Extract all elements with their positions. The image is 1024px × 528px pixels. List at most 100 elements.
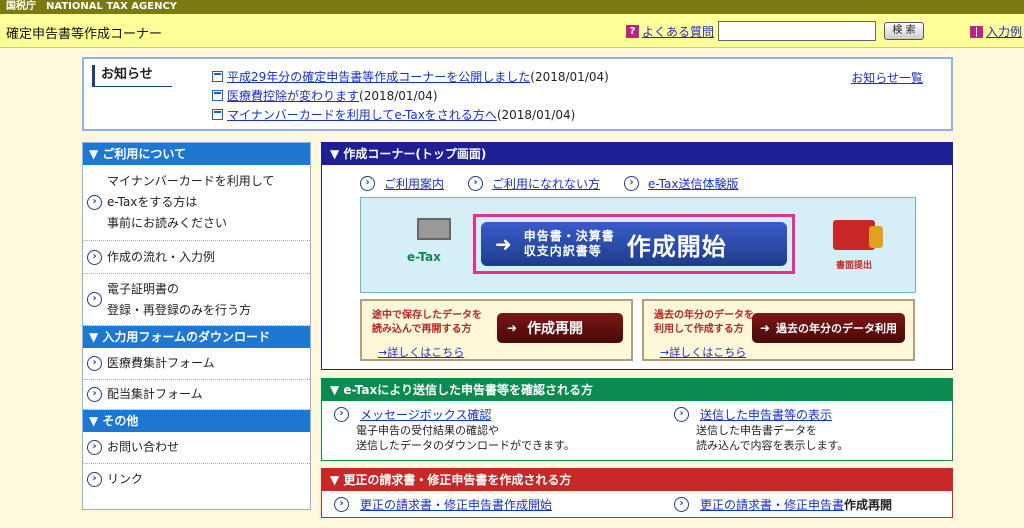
etax-logo: e-Tax bbox=[397, 218, 457, 264]
past-note: 過去の年分のデータを 利用して作成する方 bbox=[654, 309, 754, 337]
start-sub-label: 申告書・決算書 bbox=[523, 229, 615, 243]
start-main-label: 作成開始 bbox=[626, 232, 727, 261]
message-box-desc: 送信したデータのダウンロードができます。 bbox=[356, 439, 575, 452]
etax-confirm-panel: ▼ e-Taxにより送信した申告書等を確認される方 › メッセージボックス確認 … bbox=[321, 378, 953, 461]
amendment-resume-link[interactable]: 更正の請求書・修正申告書 bbox=[700, 496, 844, 513]
document-icon bbox=[212, 90, 223, 101]
agency-banner: 国税庁 NATIONAL TAX AGENCY bbox=[0, 0, 1024, 14]
chevron-right-icon: › bbox=[674, 497, 689, 512]
sidebar-item-contact[interactable]: › お問い合わせ bbox=[83, 432, 310, 464]
create-links: › ご利用案内 › ご利用になれない方 › e-Tax送信体験版 bbox=[360, 175, 738, 192]
past-note-line: 利用して作成する方 bbox=[654, 324, 744, 335]
start-create-button[interactable]: ➜ 申告書・決算書 収支内訳書等 作成開始 bbox=[481, 222, 787, 266]
paper-submit-mark: 書面提出 bbox=[833, 220, 883, 271]
notice-link[interactable]: マイナンバーカードを利用してe-Taxをされる方へ bbox=[227, 106, 497, 123]
past-note-line: 過去の年分のデータを bbox=[654, 310, 754, 321]
resume-button-label: 作成再開 bbox=[527, 321, 584, 337]
document-icon bbox=[212, 71, 223, 82]
sidebar-item-dividend-form[interactable]: › 配当集計フォーム bbox=[83, 380, 310, 410]
sidebar-item-label: お問い合わせ bbox=[107, 440, 180, 454]
amendment-heading: ▼ 更正の請求書・修正申告書を作成される方 bbox=[322, 469, 952, 491]
start-sub-label: 収支内訳書等 bbox=[523, 244, 602, 258]
etax-trial-link[interactable]: e-Tax送信体験版 bbox=[648, 175, 738, 192]
sent-display-section: › 送信した申告書等の表示 送信した申告書データを 読み込んで内容を表示します。 bbox=[674, 406, 848, 453]
amendment-start-link[interactable]: 更正の請求書・修正申告書作成開始 bbox=[360, 496, 552, 513]
site-title: 確定申告書等作成コーナー bbox=[6, 27, 163, 42]
faq-link[interactable]: ? よくある質問 bbox=[626, 23, 714, 40]
resume-button[interactable]: ➜ 作成再開 bbox=[497, 313, 623, 343]
sidebar-item-label: マイナンバーカードを利用して bbox=[107, 174, 275, 188]
document-icon bbox=[212, 109, 223, 120]
sent-display-desc: 送信した申告書データを bbox=[696, 424, 817, 437]
sidebar-item-links[interactable]: › リンク bbox=[83, 464, 310, 494]
sidebar-heading-download: ▼ 入力用フォームのダウンロード bbox=[83, 326, 310, 348]
search-input[interactable] bbox=[718, 21, 876, 41]
sent-display-desc: 読み込んで内容を表示します。 bbox=[696, 439, 849, 452]
sidebar-item-medical-form[interactable]: › 医療費集計フォーム bbox=[83, 348, 310, 380]
start-hero: e-Tax ➜ 申告書・決算書 収支内訳書等 作成開始 書面提出 bbox=[360, 197, 916, 293]
chevron-right-icon: › bbox=[360, 176, 375, 191]
header-bar: 確定申告書等作成コーナー ? よくある質問 検 索 入力例 bbox=[0, 14, 1024, 48]
notice-date: (2018/01/04) bbox=[530, 69, 609, 84]
question-icon: ? bbox=[626, 25, 639, 38]
sidebar-item-label: 登録・再登録のみを行う方 bbox=[107, 302, 252, 317]
chevron-right-icon: › bbox=[334, 407, 349, 422]
faq-label[interactable]: よくある質問 bbox=[642, 23, 714, 40]
sidebar-item-label: 電子証明書の bbox=[107, 281, 180, 296]
chevron-right-icon: › bbox=[87, 387, 102, 402]
sidebar-item-label: リンク bbox=[107, 471, 144, 486]
arrow-right-icon: ➜ bbox=[495, 232, 512, 256]
resume-note-line: 途中で保存したデータを bbox=[372, 310, 482, 321]
chevron-right-icon: › bbox=[87, 471, 102, 487]
sidebar-item-mynumber[interactable]: › マイナンバーカードを利用して e-Taxをする方は 事前にお読みください bbox=[83, 165, 310, 241]
sidebar-item-flow[interactable]: › 作成の流れ・入力例 bbox=[83, 241, 310, 274]
sidebar: ▼ ご利用について › マイナンバーカードを利用して e-Taxをする方は 事前… bbox=[82, 142, 311, 510]
sidebar-item-label: 医療費集計フォーム bbox=[107, 356, 215, 370]
input-example-link[interactable]: 入力例 bbox=[970, 23, 1022, 40]
input-example-label[interactable]: 入力例 bbox=[986, 23, 1022, 40]
chevron-right-icon: › bbox=[87, 195, 102, 210]
resume-note-line: 読み込んで再開する方 bbox=[372, 324, 472, 335]
book-icon bbox=[970, 25, 983, 38]
paper-submit-label: 書面提出 bbox=[835, 261, 872, 271]
sidebar-item-label: 配当集計フォーム bbox=[107, 387, 203, 401]
notice-link[interactable]: 平成29年分の確定申告書等作成コーナーを公開しました bbox=[227, 68, 530, 85]
etax-confirm-heading: ▼ e-Taxにより送信した申告書等を確認される方 bbox=[322, 379, 952, 401]
notice-item: 医療費控除が変わります (2018/01/04) bbox=[212, 86, 609, 105]
notice-item: マイナンバーカードを利用してe-Taxをされる方へ (2018/01/04) bbox=[212, 105, 609, 124]
chevron-right-icon: › bbox=[87, 440, 102, 455]
amendment-resume: › 更正の請求書・修正申告書 作成再開 bbox=[674, 496, 892, 513]
chevron-right-icon: › bbox=[674, 407, 689, 422]
chevron-right-icon: › bbox=[334, 497, 349, 512]
chevron-right-icon: › bbox=[87, 292, 102, 307]
chevron-right-icon: › bbox=[624, 176, 640, 191]
postbox-icon bbox=[833, 220, 883, 250]
notice-date: (2018/01/04) bbox=[359, 88, 438, 103]
sidebar-item-label: 作成の流れ・入力例 bbox=[107, 249, 216, 264]
chevron-right-icon: › bbox=[87, 249, 102, 265]
notice-link[interactable]: 医療費控除が変わります bbox=[227, 87, 359, 104]
search-button[interactable]: 検 索 bbox=[884, 22, 924, 40]
notice-label: お知らせ bbox=[92, 65, 172, 87]
amendment-resume-suffix: 作成再開 bbox=[844, 498, 893, 512]
sidebar-item-label: e-Taxをする方は bbox=[107, 195, 198, 209]
resume-detail-link[interactable]: →詳しくはこちら bbox=[378, 344, 464, 360]
past-data-button[interactable]: ➜ 過去の年分のデータ利用 bbox=[751, 313, 905, 343]
etax-label: e-Tax bbox=[407, 250, 441, 264]
usage-guide-link[interactable]: ご利用案内 bbox=[384, 175, 444, 192]
sidebar-item-label: 事前にお読みください bbox=[107, 216, 228, 230]
past-data-panel: 過去の年分のデータを 利用して作成する方 ➜ 過去の年分のデータ利用 →詳しくは… bbox=[642, 299, 915, 361]
message-box-desc: 電子申告の受付結果の確認や bbox=[356, 424, 499, 437]
create-corner-panel: ▼ 作成コーナー(トップ画面) › ご利用案内 › ご利用になれない方 › e-… bbox=[321, 142, 953, 370]
amendment-panel: ▼ 更正の請求書・修正申告書を作成される方 › 更正の請求書・修正申告書作成開始… bbox=[321, 468, 953, 518]
message-box-link[interactable]: メッセージボックス確認 bbox=[360, 406, 491, 423]
sent-display-link[interactable]: 送信した申告書等の表示 bbox=[700, 406, 832, 423]
chevron-right-icon: › bbox=[468, 176, 484, 191]
resume-note: 途中で保存したデータを 読み込んで再開する方 bbox=[372, 309, 482, 337]
past-detail-link[interactable]: →詳しくはこちら bbox=[660, 344, 746, 360]
notice-date: (2018/01/04) bbox=[496, 107, 576, 122]
notice-list-link[interactable]: お知らせ一覧 bbox=[851, 69, 923, 86]
arrow-right-icon: ➜ bbox=[759, 321, 770, 335]
sidebar-item-certificate[interactable]: › 電子証明書の 登録・再登録のみを行う方 bbox=[83, 274, 310, 326]
not-eligible-link[interactable]: ご利用になれない方 bbox=[492, 175, 600, 192]
